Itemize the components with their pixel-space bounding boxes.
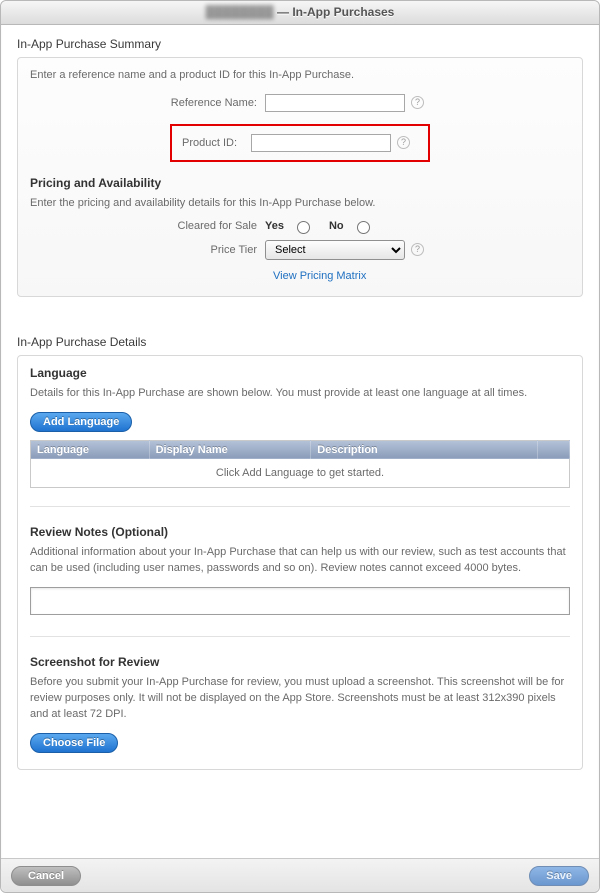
iap-window: ████████ — In-App Purchases In-App Purch… <box>0 0 600 893</box>
col-actions <box>537 440 569 459</box>
summary-panel: Enter a reference name and a product ID … <box>17 57 583 297</box>
product-id-label: Product ID: <box>182 137 251 149</box>
cleared-radio-group: Yes No <box>265 218 373 234</box>
cleared-no-radio[interactable] <box>357 221 370 234</box>
reference-name-input[interactable] <box>265 94 405 112</box>
col-language: Language <box>31 440 150 459</box>
help-icon[interactable]: ? <box>397 136 410 149</box>
details-panel: Language Details for this In-App Purchas… <box>17 355 583 770</box>
review-notes-heading: Review Notes (Optional) <box>30 525 570 539</box>
review-notes-intro: Additional information about your In-App… <box>30 545 570 577</box>
review-notes-textarea[interactable] <box>30 587 570 615</box>
cleared-for-sale-label: Cleared for Sale <box>30 220 265 232</box>
price-tier-select[interactable]: Select <box>265 240 405 260</box>
screenshot-heading: Screenshot for Review <box>30 655 570 669</box>
empty-state-cell: Click Add Language to get started. <box>31 459 570 488</box>
window-titlebar: ████████ — In-App Purchases <box>1 1 599 25</box>
window-footer: Cancel Save <box>1 858 599 892</box>
product-id-input[interactable] <box>251 134 391 152</box>
language-heading: Language <box>30 366 570 380</box>
details-heading: In-App Purchase Details <box>17 335 583 349</box>
pricing-intro: Enter the pricing and availability detai… <box>30 196 570 212</box>
table-row: Click Add Language to get started. <box>31 459 570 488</box>
cleared-for-sale-row: Cleared for Sale Yes No <box>30 218 570 234</box>
cleared-no-label: No <box>329 220 344 232</box>
price-tier-label: Price Tier <box>30 244 265 256</box>
col-display-name: Display Name <box>149 440 311 459</box>
pricing-heading: Pricing and Availability <box>30 176 570 190</box>
product-id-highlight: Product ID: ? <box>170 124 430 162</box>
title-app-name: ████████ <box>206 1 274 24</box>
cancel-button[interactable]: Cancel <box>11 866 81 886</box>
choose-file-button[interactable]: Choose File <box>30 733 118 753</box>
cleared-yes-radio[interactable] <box>297 221 310 234</box>
title-suffix: — In-App Purchases <box>274 5 395 19</box>
cleared-yes-label: Yes <box>265 220 284 232</box>
divider <box>30 506 570 507</box>
reference-name-row: Reference Name: ? <box>30 94 570 112</box>
window-content: In-App Purchase Summary Enter a referenc… <box>1 25 599 858</box>
col-description: Description <box>311 440 537 459</box>
help-icon[interactable]: ? <box>411 243 424 256</box>
help-icon[interactable]: ? <box>411 96 424 109</box>
add-language-button[interactable]: Add Language <box>30 412 132 432</box>
pricing-matrix-row: View Pricing Matrix <box>30 266 570 282</box>
divider <box>30 636 570 637</box>
summary-heading: In-App Purchase Summary <box>17 37 583 51</box>
screenshot-intro: Before you submit your In-App Purchase f… <box>30 675 570 723</box>
table-header-row: Language Display Name Description <box>31 440 570 459</box>
summary-intro: Enter a reference name and a product ID … <box>30 68 570 84</box>
save-button[interactable]: Save <box>529 866 589 886</box>
language-table: Language Display Name Description Click … <box>30 440 570 488</box>
price-tier-row: Price Tier Select ? <box>30 240 570 260</box>
view-pricing-matrix-link[interactable]: View Pricing Matrix <box>273 270 366 282</box>
reference-name-label: Reference Name: <box>30 97 265 109</box>
language-intro: Details for this In-App Purchase are sho… <box>30 386 570 402</box>
